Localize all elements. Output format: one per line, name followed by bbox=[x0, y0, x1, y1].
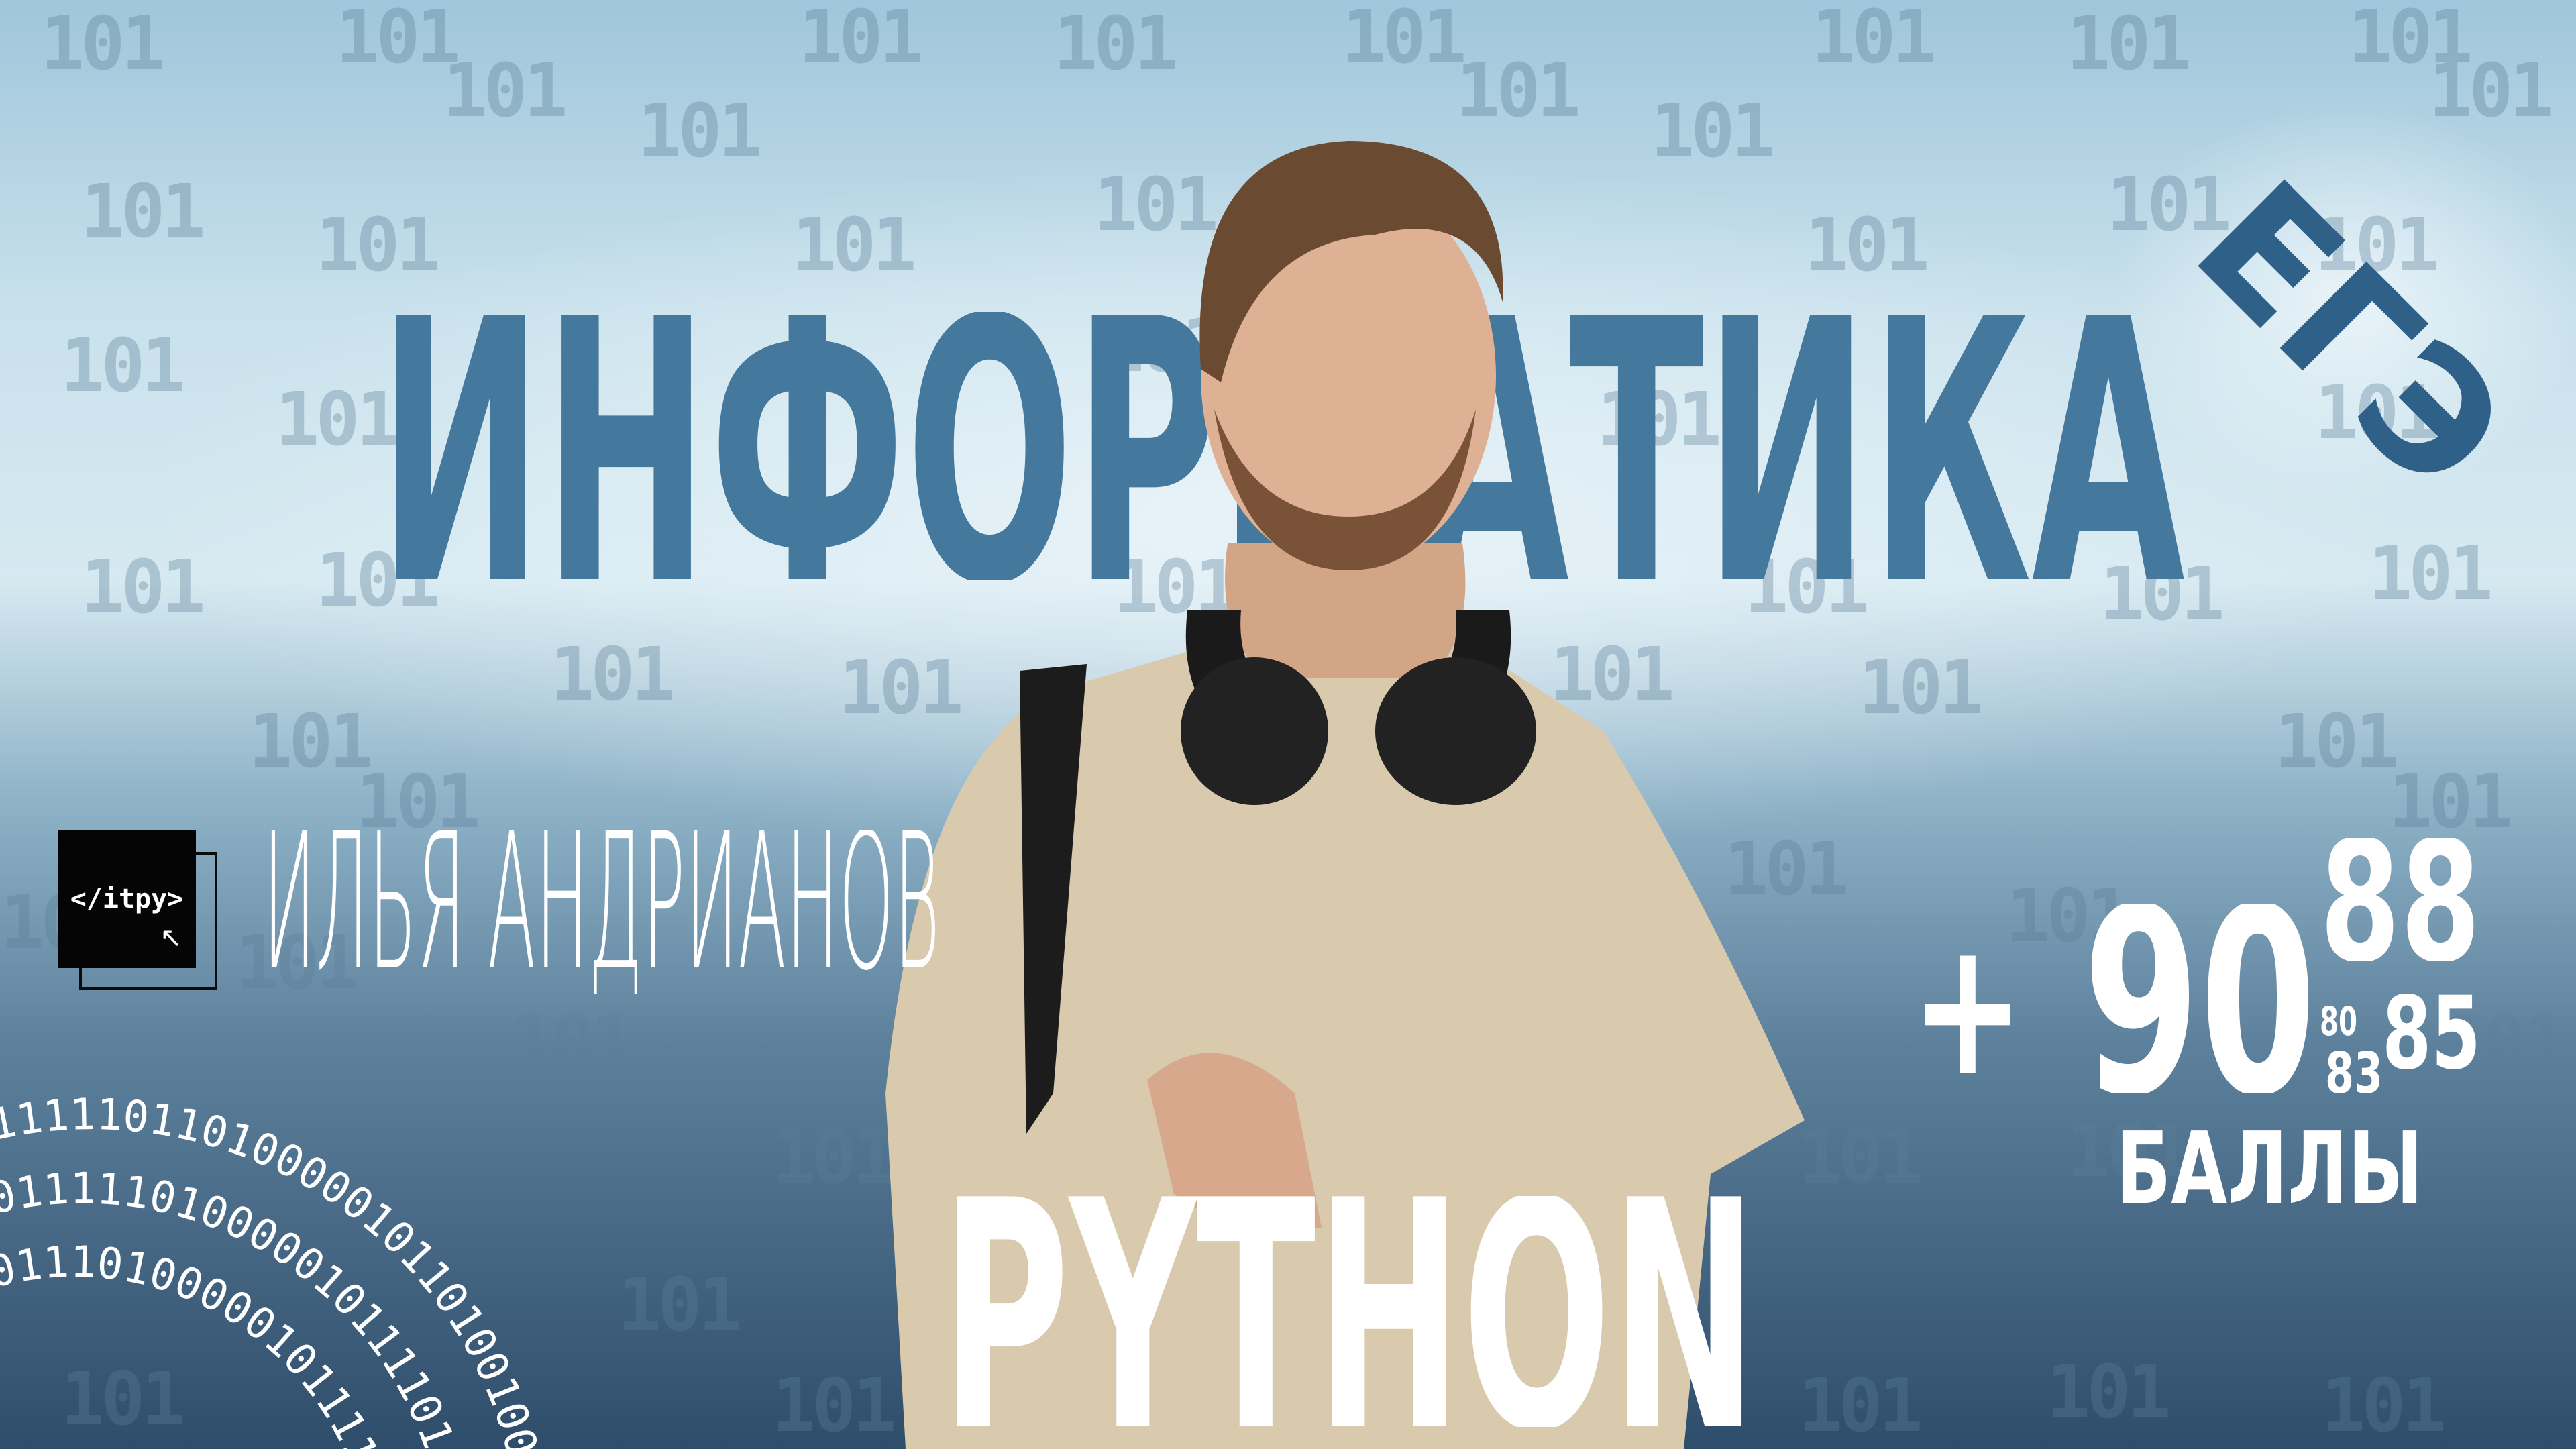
pattern-glyph: 101 bbox=[2274, 698, 2400, 784]
pattern-glyph: 101 bbox=[1342, 0, 1467, 80]
author-name-wrap: ИЛЬЯ АНДРИАНОВ bbox=[263, 830, 940, 994]
score-right-wrap: 85 bbox=[2382, 994, 2481, 1069]
binary-arcs: 1111101101000001011010010011 01111101000… bbox=[0, 1060, 537, 1449]
pattern-glyph: 101 bbox=[550, 631, 676, 717]
pattern-glyph: 101 bbox=[443, 48, 568, 133]
pattern-glyph: 101 bbox=[1858, 645, 1984, 731]
score-top: 88 bbox=[2320, 838, 2481, 961]
author-name: ИЛЬЯ АНДРИАНОВ bbox=[263, 830, 940, 994]
language-title: PYTHON bbox=[941, 1196, 1758, 1427]
exam-badge-wrap: ЕГЭ bbox=[2160, 145, 2544, 523]
score-right: 85 bbox=[2382, 994, 2481, 1069]
score-main-wrap: 90 bbox=[2083, 904, 2316, 1093]
pattern-glyph: 101 bbox=[2046, 1349, 2171, 1435]
score-small-bottom: 83 bbox=[2325, 1051, 2383, 1093]
pattern-glyph: 101 bbox=[637, 88, 763, 174]
pattern-glyph: 101 bbox=[2368, 531, 2493, 616]
pattern-glyph: 101 bbox=[2388, 759, 2514, 845]
pattern-glyph: 101 bbox=[356, 759, 481, 845]
score-small-bottom-wrap: 83 bbox=[2325, 1051, 2383, 1093]
cursor-icon: ↖ bbox=[160, 922, 182, 953]
pattern-glyph: 101 bbox=[1811, 0, 1937, 80]
pattern-glyph: 101 bbox=[1053, 1, 1179, 87]
pattern-glyph: 101 bbox=[2321, 1362, 2447, 1448]
plus-sign-wrap: + bbox=[1911, 900, 2025, 1093]
score-small-top: 80 bbox=[2320, 1006, 2357, 1036]
pattern-glyph: 101 bbox=[40, 1, 166, 87]
scores-label-wrap: БАЛЛЫ bbox=[2116, 1130, 2423, 1203]
pattern-glyph: 101 bbox=[248, 698, 374, 784]
pattern-glyph: 101 bbox=[80, 168, 206, 254]
pattern-glyph: 101 bbox=[2428, 48, 2554, 133]
score-top-wrap: 88 bbox=[2320, 838, 2481, 961]
score-small-top-wrap: 80 bbox=[2320, 1006, 2357, 1036]
score-main: 90 bbox=[2083, 904, 2316, 1093]
language-title-wrap: PYTHON bbox=[941, 1196, 1758, 1427]
pattern-glyph: 101 bbox=[2066, 1, 2192, 87]
pattern-glyph: 101 bbox=[798, 0, 924, 80]
pattern-glyph: 101 bbox=[80, 544, 206, 630]
pattern-glyph: 101 bbox=[315, 202, 441, 288]
pattern-glyph: 101 bbox=[60, 323, 186, 409]
pattern-glyph: 101 bbox=[617, 1262, 743, 1348]
plus-sign: + bbox=[1911, 900, 2025, 1093]
exam-badge: ЕГЭ bbox=[2160, 145, 2544, 523]
pattern-glyph: 101 bbox=[335, 0, 461, 80]
scores-label: БАЛЛЫ bbox=[2116, 1130, 2423, 1203]
